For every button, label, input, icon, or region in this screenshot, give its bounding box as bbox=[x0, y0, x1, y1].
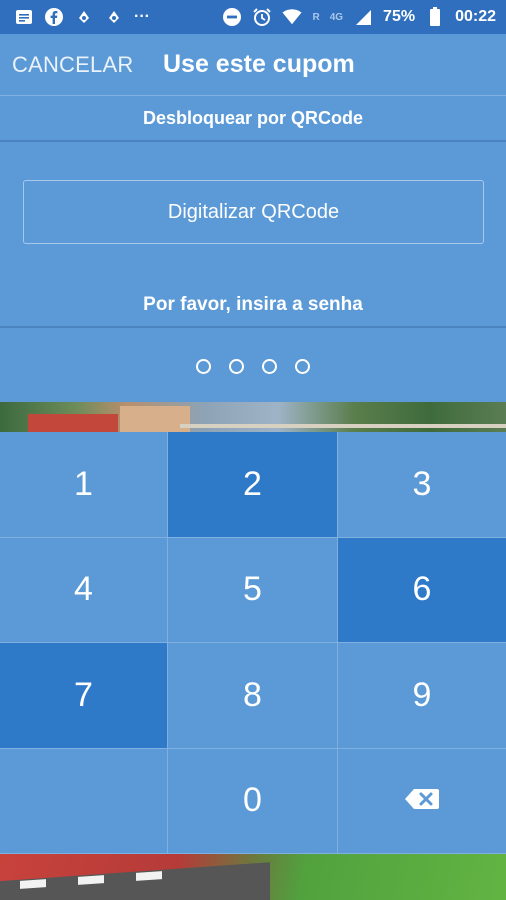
app-notification-icon bbox=[74, 7, 94, 27]
key-5[interactable]: 5 bbox=[168, 537, 338, 643]
key-3[interactable]: 3 bbox=[338, 432, 506, 538]
status-bar-right: R 4G 75% 00:22 bbox=[222, 7, 496, 27]
battery-icon bbox=[425, 7, 445, 27]
pin-dot bbox=[229, 358, 244, 374]
pin-indicator bbox=[0, 330, 506, 402]
header-bar: CANCELAR Use este cupom bbox=[0, 34, 506, 96]
pin-dot bbox=[262, 358, 277, 374]
background-photo-top bbox=[0, 402, 506, 432]
key-9[interactable]: 9 bbox=[338, 643, 506, 749]
scan-qrcode-button[interactable]: Digitalizar QRCode bbox=[23, 180, 484, 244]
key-label: 5 bbox=[243, 570, 262, 609]
password-prompt: Por favor, insira a senha bbox=[0, 284, 506, 328]
more-notifications: ··· bbox=[134, 8, 150, 25]
key-label: 9 bbox=[412, 675, 432, 714]
key-7[interactable]: 7 bbox=[0, 643, 168, 749]
key-label: 0 bbox=[243, 781, 262, 820]
pin-dot bbox=[295, 358, 310, 374]
battery-percent: 75% bbox=[383, 8, 416, 25]
numeric-keypad: 1 2 3 4 5 6 7 8 9 0 bbox=[0, 432, 506, 854]
key-1[interactable]: 1 bbox=[0, 432, 168, 538]
unlock-qrcode-heading: Desbloquear por QRCode bbox=[0, 96, 506, 142]
background-rail bbox=[180, 424, 506, 428]
roaming-label: R bbox=[312, 11, 320, 23]
cancel-button[interactable]: CANCELAR bbox=[12, 52, 133, 78]
pin-dot bbox=[196, 358, 211, 374]
network-type-label: 4G bbox=[329, 11, 344, 23]
do-not-disturb-icon bbox=[222, 7, 242, 27]
key-8[interactable]: 8 bbox=[168, 643, 338, 749]
alarm-icon bbox=[252, 7, 272, 27]
facebook-icon bbox=[44, 7, 64, 27]
status-bar-left: ··· bbox=[14, 7, 150, 27]
key-6[interactable]: 6 bbox=[338, 537, 506, 643]
background-sign bbox=[28, 414, 118, 432]
key-label: 6 bbox=[412, 570, 432, 609]
key-label: 3 bbox=[412, 464, 432, 503]
key-4[interactable]: 4 bbox=[0, 537, 168, 643]
clock: 00:22 bbox=[455, 8, 496, 25]
backspace-button[interactable] bbox=[338, 748, 506, 854]
signal-icon bbox=[353, 7, 373, 27]
backspace-icon bbox=[404, 781, 440, 820]
wifi-icon bbox=[282, 7, 303, 27]
status-bar: ··· R 4G 75% 00:22 bbox=[0, 0, 506, 34]
message-icon bbox=[14, 7, 34, 27]
page-title: Use este cupom bbox=[163, 50, 355, 78]
app-notification-icon-2 bbox=[104, 7, 124, 27]
background-building bbox=[120, 406, 190, 432]
background-photo-bottom bbox=[0, 854, 506, 900]
key-2[interactable]: 2 bbox=[168, 432, 338, 538]
key-label: 1 bbox=[74, 464, 93, 503]
key-label: 7 bbox=[74, 675, 93, 714]
key-blank bbox=[0, 748, 168, 854]
key-label: 4 bbox=[74, 570, 93, 609]
key-label: 8 bbox=[243, 675, 262, 714]
key-label: 2 bbox=[243, 464, 262, 503]
key-0[interactable]: 0 bbox=[168, 748, 338, 854]
